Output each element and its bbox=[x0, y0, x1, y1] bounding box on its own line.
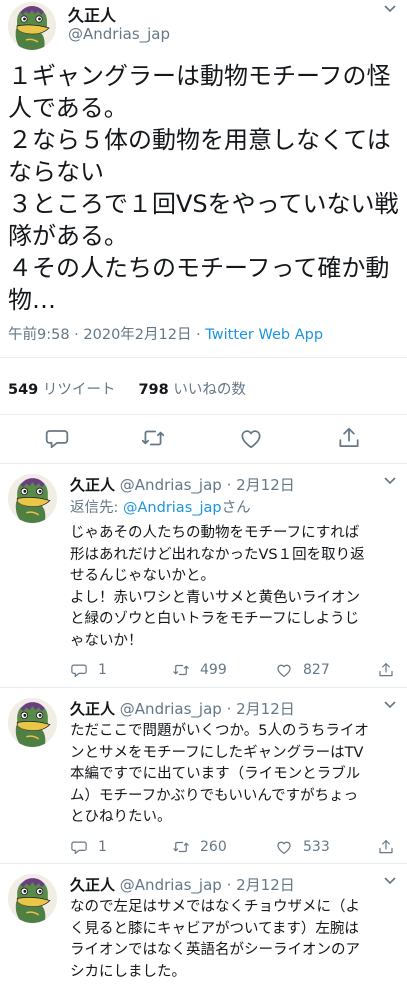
tweet-text-line: ただここで問題がいくつか。5人のうちライオ bbox=[70, 723, 369, 739]
tweet-date[interactable]: · 2月12日 bbox=[227, 476, 295, 494]
frog-avatar[interactable] bbox=[8, 474, 57, 523]
tweet-text: １ギャングラーは動物モチーフの怪 人である。 ２なら５体の動物を用意しなくては … bbox=[8, 60, 403, 316]
retweet-icon bbox=[172, 661, 190, 679]
tweet-actions bbox=[0, 425, 407, 455]
tweet-text-line: せるんじゃないかと。 bbox=[70, 568, 215, 584]
tweet-date[interactable]: · 2月12日 bbox=[227, 700, 295, 718]
retweet-action[interactable]: 260 bbox=[172, 837, 227, 857]
tweet-text-line: ３ところで１回VSをやっていない戦 bbox=[8, 190, 399, 218]
retweet-action[interactable]: 499 bbox=[172, 660, 227, 680]
heart-icon bbox=[275, 838, 293, 856]
divider bbox=[0, 357, 407, 358]
like-action[interactable]: 533 bbox=[275, 837, 330, 857]
tweet-text-line: ライオンではなく英語名がシーライオンのア bbox=[70, 942, 360, 958]
tweet-text-line: よし！赤いワシと青いサメと黄色いライオン bbox=[70, 589, 360, 606]
tweet-text-line: ならない bbox=[8, 158, 104, 186]
divider bbox=[0, 414, 407, 415]
tweet-text-line: ンとサメをモチーフにしたギャングラーはTV bbox=[70, 744, 364, 761]
author-handle[interactable]: @Andrias_jap bbox=[120, 476, 222, 494]
reply-icon bbox=[70, 838, 88, 856]
author-name[interactable]: 久正人 bbox=[70, 476, 115, 494]
tweet-time[interactable]: 午前9:58 bbox=[8, 327, 70, 343]
tweet-text-line: と緑のゾウと白いトラをモチーフにしようじ bbox=[70, 611, 360, 627]
chevron-down-icon[interactable] bbox=[383, 698, 397, 714]
tweet-text-line: じゃあその人たちの動物をモチーフにすれば bbox=[70, 525, 360, 541]
author-name[interactable]: 久正人 bbox=[70, 876, 115, 894]
tweet-meta: 午前9:58 · 2020年2月12日 · Twitter Web App bbox=[8, 323, 323, 344]
meta-separator: · bbox=[196, 327, 201, 343]
tweet-text-line: 人である。 bbox=[8, 94, 128, 122]
reply-to-suffix: さん bbox=[221, 500, 251, 516]
reply-header: 久正人 @Andrias_jap · 2月12日 bbox=[70, 474, 295, 495]
main-tweet: 久正人 @Andrias_jap １ギャングラーは動物モチーフの怪 人である。 … bbox=[0, 0, 407, 464]
tweet-date[interactable]: 2020年2月12日 bbox=[83, 327, 191, 343]
tweet-text: なので左足はサメではなくチョウザメに（よ く見ると膝にキャビアがついてます）左腕… bbox=[70, 897, 400, 983]
retweet-icon[interactable] bbox=[140, 425, 166, 451]
chevron-down-icon[interactable] bbox=[383, 874, 397, 890]
frog-avatar[interactable] bbox=[8, 698, 57, 747]
author-name[interactable]: 久正人 bbox=[68, 2, 116, 26]
tweet-date[interactable]: · 2月12日 bbox=[227, 876, 295, 894]
tweet-text-line: 物… bbox=[8, 286, 56, 314]
like-action[interactable]: 827 bbox=[275, 660, 330, 680]
reply-icon bbox=[70, 661, 88, 679]
tweet-text-line: ゃないか！ bbox=[70, 632, 143, 649]
tweet-text-line: １ギャングラーは動物モチーフの怪 bbox=[8, 62, 391, 90]
tweet-text-line: ４その人たちのモチーフって確か動 bbox=[8, 254, 390, 282]
meta-separator: · bbox=[74, 327, 79, 343]
tweet-actions: 1 260 533 bbox=[70, 837, 400, 859]
reply-to: 返信先: @Andrias_japさん bbox=[70, 496, 251, 517]
share-icon bbox=[377, 661, 395, 679]
tweet-text-line: 形はあれだけど出れなかったVS１回を取り返 bbox=[70, 546, 365, 563]
reply-to-handle[interactable]: @Andrias_jap bbox=[123, 500, 222, 516]
frog-avatar[interactable] bbox=[8, 874, 57, 923]
reply-to-prefix: 返信先: bbox=[70, 500, 123, 516]
chevron-down-icon[interactable] bbox=[383, 474, 397, 490]
tweet-stats: 549 リツイート 798 いいねの数 bbox=[8, 378, 246, 399]
tweet-text-line: く見ると膝にキャビアがついてます）左腕は bbox=[70, 920, 359, 937]
share-icon bbox=[377, 838, 395, 856]
reply-header: 久正人 @Andrias_jap · 2月12日 bbox=[70, 698, 295, 719]
reply-tweet[interactable]: 久正人 @Andrias_jap · 2月12日 ただここで問題がいくつか。5人… bbox=[0, 688, 407, 864]
tweet-text-line: なので左足はサメではなくチョウザメに（よ bbox=[70, 899, 360, 915]
share-icon[interactable] bbox=[336, 425, 362, 451]
tweet-text-line: ２なら５体の動物を用意しなくては bbox=[8, 126, 391, 154]
likes-count: 533 bbox=[303, 839, 330, 855]
retweets-count: 260 bbox=[200, 839, 227, 855]
replies-count: 1 bbox=[98, 839, 107, 855]
tweet-text-line: 隊がある。 bbox=[8, 222, 128, 250]
retweet-icon bbox=[172, 838, 190, 856]
tweet-text-line: ム）モチーフかぶりでもいいんですがちょっ bbox=[70, 787, 359, 804]
likes-label[interactable]: いいねの数 bbox=[173, 382, 246, 398]
reply-action[interactable]: 1 bbox=[70, 837, 107, 857]
retweets-count: 499 bbox=[200, 662, 227, 678]
tweet-text-line: とひねりたい。 bbox=[70, 809, 172, 825]
author-handle[interactable]: @Andrias_jap bbox=[120, 876, 222, 894]
heart-icon bbox=[275, 661, 293, 679]
reply-action[interactable]: 1 bbox=[70, 660, 107, 680]
share-action[interactable] bbox=[377, 660, 405, 680]
tweet-actions: 1 499 827 bbox=[70, 660, 400, 682]
tweet-text: ただここで問題がいくつか。5人のうちライオ ンとサメをモチーフにしたギャングラー… bbox=[70, 721, 400, 829]
author-name[interactable]: 久正人 bbox=[70, 700, 115, 718]
frog-avatar[interactable] bbox=[8, 2, 56, 50]
reply-tweet[interactable]: 久正人 @Andrias_jap · 2月12日 なので左足はサメではなくチョウ… bbox=[0, 864, 407, 1004]
author-handle[interactable]: @Andrias_jap bbox=[120, 700, 222, 718]
retweets-count[interactable]: 549 bbox=[8, 382, 38, 398]
share-action[interactable] bbox=[377, 837, 405, 857]
replies-count: 1 bbox=[98, 662, 107, 678]
chevron-down-icon[interactable] bbox=[383, 2, 397, 18]
retweets-label[interactable]: リツイート bbox=[43, 382, 116, 398]
likes-count[interactable]: 798 bbox=[138, 382, 168, 398]
tweet-source[interactable]: Twitter Web App bbox=[205, 327, 323, 343]
heart-icon[interactable] bbox=[238, 425, 264, 451]
tweet-text-line: 本編ですでに出ています（ライモンとラブル bbox=[70, 766, 361, 782]
reply-tweet[interactable]: 久正人 @Andrias_jap · 2月12日 返信先: @Andrias_j… bbox=[0, 464, 407, 688]
tweet-text-line: シカにしました。 bbox=[70, 963, 186, 980]
likes-count: 827 bbox=[303, 662, 330, 678]
author-handle[interactable]: @Andrias_jap bbox=[68, 25, 170, 43]
tweet-text: じゃあその人たちの動物をモチーフにすれば 形はあれだけど出れなかったVS１回を取… bbox=[70, 523, 400, 652]
reply-header: 久正人 @Andrias_jap · 2月12日 bbox=[70, 874, 295, 895]
reply-icon[interactable] bbox=[44, 425, 70, 451]
